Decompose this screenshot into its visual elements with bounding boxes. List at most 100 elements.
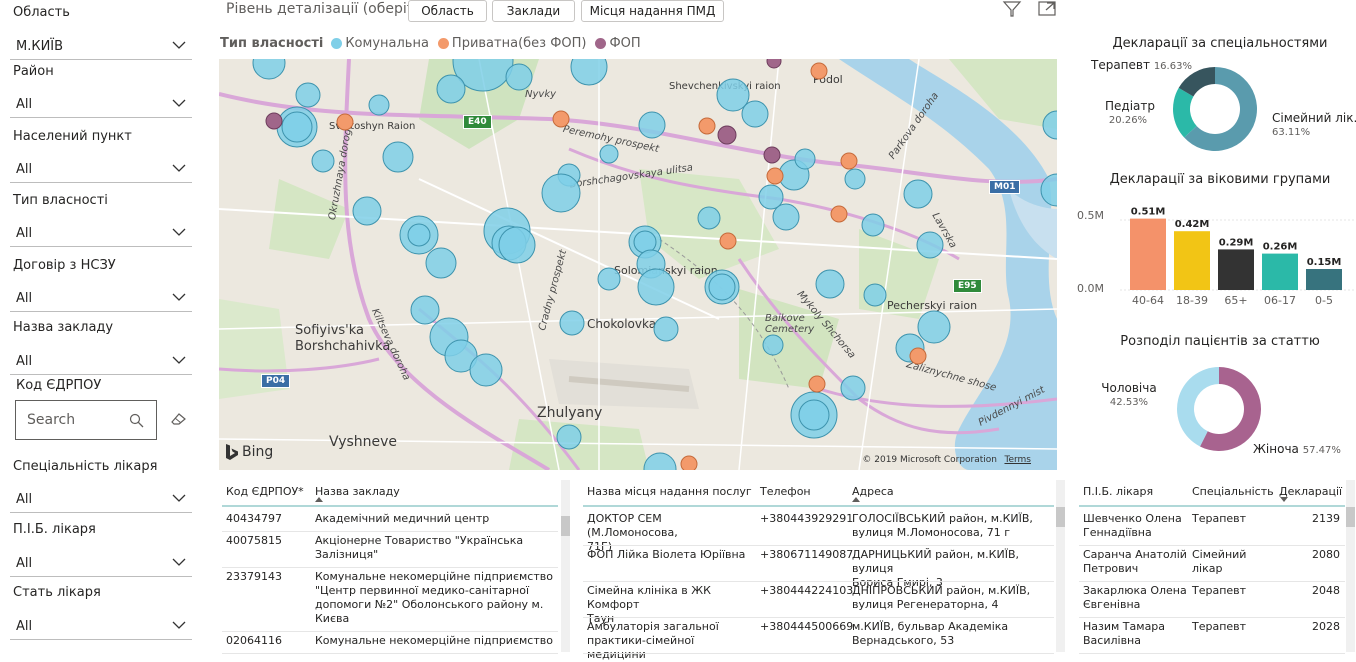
eraser-icon[interactable] [170, 412, 186, 426]
facility-marker [281, 111, 313, 143]
row-divider [583, 653, 1054, 654]
facility-marker [798, 399, 830, 431]
ownership-dropdown[interactable]: All [10, 219, 192, 247]
table-cell: +380444224103 [760, 584, 854, 597]
chevron-down-icon [172, 41, 186, 49]
table-cell: ФОП Лійка Віолета Юріївна [587, 548, 746, 561]
specialty-donut[interactable] [1170, 64, 1260, 154]
bar-65+[interactable] [1218, 249, 1254, 290]
scrollbar-thumb[interactable] [1056, 507, 1065, 527]
legend-label: Комунальна [345, 36, 429, 51]
row-divider [1079, 545, 1345, 546]
legend-item-communal[interactable]: Комунальна [331, 36, 429, 51]
facility-value: All [16, 354, 33, 369]
bar-0-5[interactable] [1306, 269, 1342, 290]
facility-marker [469, 353, 503, 387]
filter-icon[interactable] [1002, 0, 1022, 18]
col-header-edrpou[interactable]: Код ЄДРПОУ* [226, 485, 304, 498]
facility-marker [763, 146, 781, 164]
donut-label-therapist: Терапевт 16.63% [1091, 59, 1192, 73]
facility-dropdown[interactable]: All [10, 347, 192, 375]
contract-dropdown[interactable]: All [10, 284, 192, 312]
raion-dropdown[interactable]: All [10, 90, 192, 118]
table-scrollbar[interactable] [561, 480, 570, 652]
facility-marker [407, 223, 431, 247]
facility-marker [570, 59, 608, 86]
facility-marker [861, 213, 885, 237]
facility-marker [559, 310, 585, 336]
facility-marker [425, 247, 457, 279]
header-divider [583, 505, 1054, 507]
sort-asc-icon [315, 497, 323, 502]
level-button-facilities[interactable]: Заклади [492, 0, 575, 22]
doctor-dropdown[interactable]: All [10, 549, 192, 577]
age-bar-chart[interactable]: 0.51M 40-64 0.42M 18-39 0.29M 65+ 0.26M 06-17 0.… [1120, 195, 1355, 315]
bing-text: Bing [242, 444, 274, 460]
filter-label-facility: Назва закладу [13, 320, 114, 335]
oblast-dropdown[interactable]: М.КИЇВ [10, 32, 192, 60]
facility-marker [762, 334, 784, 356]
slice-pct: 63.11% [1272, 127, 1311, 138]
filter-label-specialty: Спеціальність лікаря [13, 459, 158, 474]
table-scrollbar[interactable] [1346, 480, 1355, 652]
row-divider [222, 567, 558, 568]
legend-label: Приватна(без ФОП) [451, 36, 587, 51]
table-cell: Комунальне некомерційне підприємство "Цен… [315, 570, 553, 625]
bing-logo: Bing [225, 443, 273, 461]
facility-marker [844, 168, 866, 190]
level-button-oblast[interactable]: Область [408, 0, 487, 22]
table-cell: Назим Тамара Василівна [1083, 620, 1166, 647]
level-button-service-places[interactable]: Місця надання ПМД [581, 0, 724, 22]
col-header-place-name[interactable]: Назва місця надання послуг [587, 485, 752, 498]
col-header-declarations[interactable]: Декларації [1279, 485, 1342, 498]
row-divider [1079, 617, 1345, 618]
chevron-down-icon [172, 356, 186, 364]
table-cell: Саранча Анатолій Петрович [1083, 548, 1187, 575]
row-divider [222, 631, 558, 632]
col-header-facility-name[interactable]: Назва закладу [315, 485, 400, 498]
slice-label: Педіатр [1105, 99, 1155, 113]
legend-title: Тип власності [220, 36, 324, 51]
legend-item-private[interactable]: Приватна(без ФОП) [437, 36, 587, 51]
scrollbar-thumb[interactable] [561, 516, 570, 536]
col-header-doctor[interactable]: П.І.Б. лікаря [1083, 485, 1153, 498]
bar-40-64[interactable] [1130, 218, 1166, 290]
row-divider [1079, 653, 1345, 654]
filter-label-doctor: П.І.Б. лікаря [13, 522, 96, 537]
facility-marker [840, 152, 858, 170]
bar-06-17[interactable] [1262, 253, 1298, 290]
filter-label-ownership: Тип власності [13, 193, 108, 208]
table-scrollbar[interactable] [1056, 480, 1065, 652]
specialty-dropdown[interactable]: All [10, 485, 192, 513]
facility-marker [680, 455, 698, 470]
table-cell: Сімейний лікар [1192, 548, 1247, 575]
table-cell: 2080 [1312, 548, 1340, 561]
row-divider [222, 653, 558, 654]
col-header-phone[interactable]: Телефон [760, 485, 811, 498]
edrpou-search-input[interactable]: Search [15, 400, 157, 440]
bar-18-39[interactable] [1174, 231, 1210, 290]
bar-category-label: 06-17 [1264, 294, 1296, 307]
table-cell: 40075815 [226, 534, 282, 547]
col-header-specialty[interactable]: Спеціальність [1192, 485, 1274, 498]
facility-marker [697, 206, 721, 230]
search-placeholder: Search [27, 412, 76, 428]
gender-donut[interactable] [1174, 364, 1264, 454]
oblast-value: М.КИЇВ [16, 39, 64, 54]
facility-marker [717, 125, 737, 145]
facility-marker [863, 283, 887, 307]
table-cell: 40434797 [226, 512, 282, 525]
legend-item-fop[interactable]: ФОП [595, 36, 641, 51]
settlement-dropdown[interactable]: All [10, 155, 192, 183]
map-terms-link[interactable]: Terms [1004, 455, 1031, 465]
focus-mode-icon[interactable] [1037, 0, 1057, 18]
gender-dropdown[interactable]: All [10, 612, 192, 640]
facility-marker [719, 232, 737, 250]
facility-marker [772, 203, 800, 231]
chevron-down-icon [172, 293, 186, 301]
sort-desc-icon [1280, 497, 1288, 502]
scrollbar-thumb[interactable] [1346, 507, 1355, 527]
row-divider [1079, 581, 1345, 582]
facilities-map[interactable]: Sviatoshyn Raion Okruzhnaya doroga Perem… [219, 59, 1057, 470]
row-divider [222, 531, 558, 532]
